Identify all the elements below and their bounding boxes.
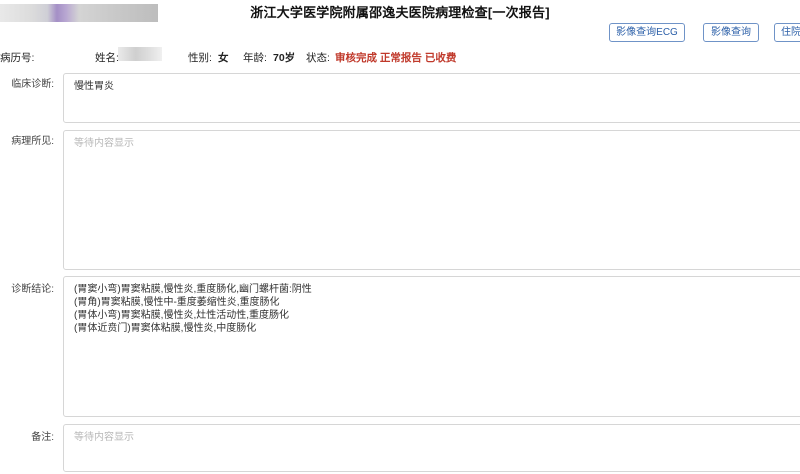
pathology-findings-field[interactable]: 等待内容显示 [63, 130, 800, 270]
pathology-findings-placeholder: 等待内容显示 [74, 138, 134, 149]
page-title: 浙江大学医学院附属邵逸夫医院病理检查[一次报告] [250, 5, 550, 20]
clinical-diagnosis-field[interactable]: 慢性胃炎 [63, 73, 800, 123]
conclusion-line: (胃角)胃窦粘膜,慢性中-重度萎缩性炎,重度肠化 [74, 297, 280, 308]
image-query-button[interactable]: 影像查询 [703, 23, 759, 42]
gender-value: 女 [218, 52, 229, 64]
remarks-placeholder: 等待内容显示 [74, 432, 134, 443]
age-value: 70岁 [273, 52, 296, 64]
inpatient-button[interactable]: 住院 [774, 23, 800, 42]
pathology-findings-label: 病理所见: [11, 136, 54, 147]
name-label: 姓名: [95, 52, 119, 64]
diagnosis-conclusion-label: 诊断结论: [11, 284, 54, 295]
diagnosis-conclusion-field[interactable]: (胃窦小弯)胃窦粘膜,慢性炎,重度肠化,幽门螺杆菌:阴性 (胃角)胃窦粘膜,慢性… [63, 276, 800, 417]
clinical-diagnosis-label: 临床诊断: [11, 79, 54, 90]
age-label: 年龄: [243, 52, 267, 64]
image-query-ecg-button[interactable]: 影像查询ECG [609, 23, 685, 42]
conclusion-line: (胃窦小弯)胃窦粘膜,慢性炎,重度肠化,幽门螺杆菌:阴性 [74, 284, 312, 295]
remarks-label: 备注: [31, 432, 54, 443]
clinical-diagnosis-text: 慢性胃炎 [74, 81, 114, 92]
status-label: 状态: [306, 52, 330, 64]
conclusion-line: (胃体小弯)胃窦粘膜,慢性炎,灶性活动性,重度肠化 [74, 310, 289, 321]
conclusion-line: (胃体近贲门)胃窦体粘膜,慢性炎,中度肠化 [74, 323, 257, 334]
remarks-field[interactable]: 等待内容显示 [63, 424, 800, 472]
record-number-label: 病历号: [0, 52, 35, 64]
gender-label: 性别: [188, 52, 212, 64]
status-value: 审核完成 正常报告 已收费 [335, 52, 457, 64]
redacted-patient-name [118, 47, 162, 61]
